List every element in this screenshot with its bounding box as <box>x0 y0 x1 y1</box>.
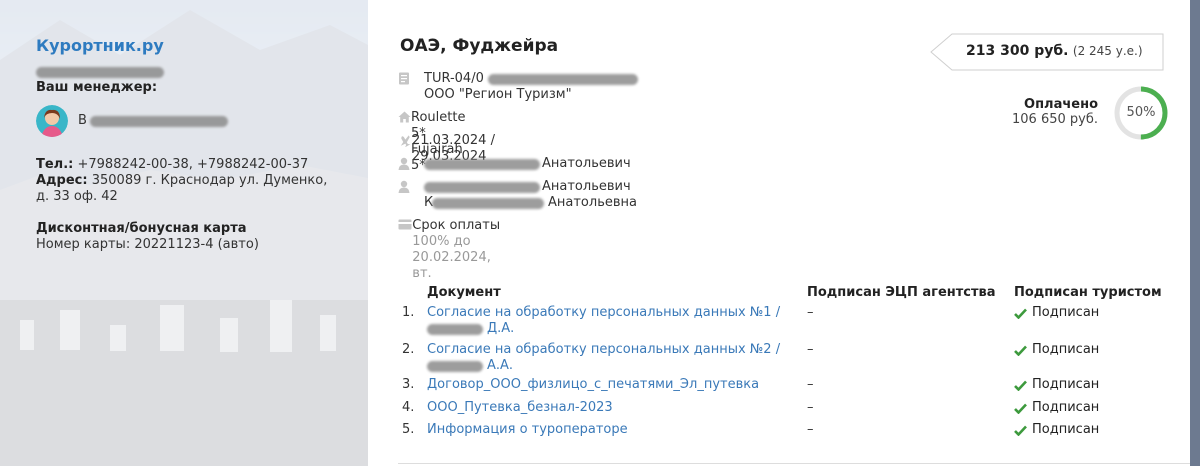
person-icon <box>398 156 424 172</box>
document-link[interactable]: Согласие на обработку персональных данны… <box>427 305 787 337</box>
agency-brand-link[interactable]: Курортник.ру <box>36 36 368 56</box>
agency-signed-status: – <box>807 422 814 437</box>
tour-operator: ООО "Регион Туризм" <box>424 87 572 102</box>
agency-address: Адрес: 350089 г. Краснодар ул. Думенко, … <box>36 173 328 204</box>
document-number: 1. <box>402 305 415 320</box>
document-icon <box>398 71 424 87</box>
check-icon <box>1014 425 1027 436</box>
tour-details-panel: ОАЭ, Фуджейра 213 300 руб. (2 245 у.е.) … <box>368 0 1190 466</box>
document-link[interactable]: Договор_ООО_физлицо_с_печатями_Эл_путевк… <box>427 377 787 393</box>
tourist-2-name: Анатольевна <box>548 195 637 210</box>
flight-tourist-name: Анатольевич <box>542 156 631 171</box>
page-edge-background <box>1190 0 1200 466</box>
document-number: 2. <box>402 342 415 357</box>
document-link[interactable]: ООО_Путевка_безнал-2023 <box>427 400 787 416</box>
manager-avatar <box>36 105 68 137</box>
agency-signed-status: – <box>807 377 814 392</box>
paid-summary: Оплачено 106 650 руб. <box>1012 97 1098 127</box>
person-icon <box>398 179 424 195</box>
agency-sidebar: Курортник.ру Ваш менеджер: В Тел.: +7988… <box>0 0 368 466</box>
paid-amount: 106 650 руб. <box>1012 112 1098 127</box>
document-number: 4. <box>402 400 415 415</box>
flight-tourist-row: Анатольевич <box>398 156 644 172</box>
home-icon <box>398 110 411 126</box>
order-info-row: TUR-04/0 ООО "Регион Туризм" <box>398 71 644 103</box>
manager-name: В <box>78 113 228 129</box>
check-icon <box>1014 403 1027 414</box>
document-number: 5. <box>402 422 415 437</box>
paid-percent: 50% <box>1126 105 1156 120</box>
payment-deadline-label: Срок оплаты <box>412 218 501 233</box>
tourist-signed-status: Подписан <box>1014 377 1099 393</box>
price-tag: 213 300 руб. (2 245 у.е.) <box>930 33 1164 71</box>
document-link[interactable]: Согласие на обработку персональных данны… <box>427 342 787 374</box>
col-header-agency-signed: Подписан ЭЦП агентства <box>807 285 996 300</box>
check-icon <box>1014 345 1027 356</box>
tourist-1-name: Анатольевич <box>542 179 631 194</box>
paid-label: Оплачено <box>1024 97 1098 112</box>
check-icon <box>1014 308 1027 319</box>
payment-deadline-value: 100% до 20.02.2024, вт. <box>412 234 491 281</box>
price-ue: (2 245 у.е.) <box>1072 44 1143 58</box>
tourist-signed-status: Подписан <box>1014 400 1099 416</box>
agency-phone: Тел.: +7988242-00-38, +7988242-00-37 <box>36 157 309 172</box>
document-number: 3. <box>402 377 415 392</box>
col-header-document: Документ <box>427 285 501 300</box>
divider <box>398 463 1190 464</box>
tourist-signed-status: Подписан <box>1014 305 1099 321</box>
agency-group-redacted <box>36 66 164 78</box>
tourist-signed-status: Подписан <box>1014 342 1099 358</box>
agency-signed-status: – <box>807 305 814 320</box>
check-icon <box>1014 380 1027 391</box>
price-amount: 213 300 руб. <box>966 43 1069 59</box>
discount-card-number: Номер карты: 20221123-4 (авто) <box>36 237 259 252</box>
manager-label: Ваш менеджер: <box>36 80 158 95</box>
agency-contacts: Тел.: +7988242-00-38, +7988242-00-37 Адр… <box>36 157 336 205</box>
tour-title: ОАЭ, Фуджейра <box>400 36 559 56</box>
tourists-row: Анатольевич К Анатольевна <box>398 179 664 211</box>
discount-card: Дисконтная/бонусная карта Номер карты: 2… <box>36 221 368 253</box>
order-number: TUR-04/0 <box>424 71 484 86</box>
discount-card-title: Дисконтная/бонусная карта <box>36 221 247 236</box>
agency-signed-status: – <box>807 342 814 357</box>
document-link[interactable]: Информация о туроператоре <box>427 422 787 438</box>
tourist-signed-status: Подписан <box>1014 422 1099 438</box>
plane-icon <box>398 133 412 149</box>
paid-progress-ring: 50% <box>1113 85 1169 141</box>
col-header-tourist-signed: Подписан туристом <box>1014 285 1162 300</box>
payment-row: Срок оплаты 100% до 20.02.2024, вт. <box>398 218 503 282</box>
card-icon <box>398 218 412 234</box>
agency-signed-status: – <box>807 400 814 415</box>
